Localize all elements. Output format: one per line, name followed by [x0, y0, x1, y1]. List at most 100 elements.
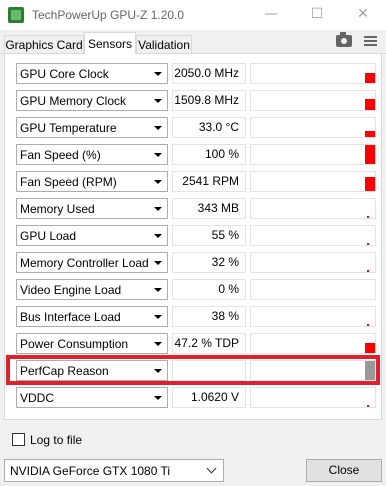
sensor-name-dropdown[interactable]: Fan Speed (%): [16, 144, 168, 165]
sensor-graph-bar: [365, 99, 375, 110]
sensor-name-label: Fan Speed (%): [20, 148, 101, 162]
close-button[interactable]: Close: [306, 459, 382, 482]
gpu-z-app-icon: [8, 7, 24, 23]
sensor-value: 343 MB: [172, 198, 246, 219]
sensor-name-label: Memory Controller Load: [20, 256, 149, 270]
sensor-name-label: GPU Load: [20, 229, 77, 243]
sensor-name-dropdown[interactable]: Video Engine Load: [16, 279, 168, 300]
sensor-name-dropdown[interactable]: VDDC: [16, 387, 168, 408]
title-bar: TechPowerUp GPU-Z 1.20.0 — ☐ ✕: [0, 0, 386, 30]
sensor-row: GPU Load 55 %: [10, 222, 376, 246]
sensor-value: 2541 RPM: [172, 171, 246, 192]
sensor-name-label: GPU Temperature: [20, 121, 117, 135]
sensor-graph-bar: [365, 73, 375, 83]
sensor-graph-bar: [365, 343, 375, 353]
hamburger-menu-icon[interactable]: [364, 36, 377, 47]
sensor-graph-bar: [365, 145, 375, 164]
dropdown-arrow-icon: [154, 342, 162, 346]
sensor-value: 2050.0 MHz: [172, 63, 246, 84]
sensor-value: 0 %: [172, 279, 246, 300]
sensor-row: GPU Temperature 33.0 °C: [10, 114, 376, 138]
maximize-button[interactable]: ☐: [294, 0, 340, 30]
log-to-file-label: Log to file: [30, 433, 83, 447]
sensor-graph-bar: [367, 270, 369, 272]
dropdown-arrow-icon: [154, 207, 162, 211]
sensor-value: 55 %: [172, 225, 246, 246]
dropdown-arrow-icon: [154, 234, 162, 238]
sensor-name-dropdown[interactable]: GPU Temperature: [16, 117, 168, 138]
dropdown-arrow-icon: [154, 99, 162, 103]
dropdown-arrow-icon: [154, 315, 162, 319]
sensor-row: Power Consumption 47.2 % TDP: [10, 330, 376, 354]
sensor-row: Video Engine Load 0 %: [10, 276, 376, 300]
sensor-name-dropdown[interactable]: GPU Load: [16, 225, 168, 246]
sensor-value: 32 %: [172, 252, 246, 273]
sensor-row: VDDC 1.0620 V: [10, 384, 376, 408]
sensor-graph: [250, 198, 376, 219]
sensor-value: 1509.8 MHz: [172, 90, 246, 111]
sensor-value: 1.0620 V: [172, 387, 246, 408]
gpu-select-dropdown[interactable]: NVIDIA GeForce GTX 1080 Ti: [4, 459, 224, 482]
tab-strip: Graphics Card Sensors Validation: [0, 30, 386, 54]
sensor-value: 100 %: [172, 144, 246, 165]
sensor-graph-bar: [367, 324, 369, 326]
dropdown-arrow-icon: [154, 72, 162, 76]
sensor-name-label: VDDC: [20, 391, 55, 405]
window-title: TechPowerUp GPU-Z 1.20.0: [32, 8, 185, 22]
sensor-graph: [250, 252, 376, 273]
dropdown-arrow-icon: [154, 261, 162, 265]
sensor-name-dropdown[interactable]: Fan Speed (RPM): [16, 171, 168, 192]
sensor-name-dropdown[interactable]: GPU Memory Clock: [16, 90, 168, 111]
sensor-graph-bar: [367, 405, 369, 407]
sensor-row: GPU Memory Clock 1509.8 MHz: [10, 87, 376, 111]
sensor-name-dropdown[interactable]: GPU Core Clock: [16, 63, 168, 84]
dropdown-arrow-icon: [154, 180, 162, 184]
sensor-name-dropdown[interactable]: Bus Interface Load: [16, 306, 168, 327]
gpu-select-value: NVIDIA GeForce GTX 1080 Ti: [10, 464, 171, 478]
dropdown-arrow-icon: [154, 153, 162, 157]
sensor-graph: [250, 333, 376, 354]
sensor-graph: [250, 279, 376, 300]
sensor-graph: [250, 144, 376, 165]
sensor-graph: [250, 225, 376, 246]
dropdown-arrow-icon: [154, 396, 162, 400]
sensor-graph-bar: [365, 177, 375, 191]
perfcap-highlight-box: [6, 355, 380, 385]
log-to-file-checkbox[interactable]: [12, 433, 25, 446]
sensor-name-dropdown[interactable]: Power Consumption: [16, 333, 168, 354]
tab-graphics-card[interactable]: Graphics Card: [4, 35, 84, 53]
sensor-value: 38 %: [172, 306, 246, 327]
sensor-graph: [250, 171, 376, 192]
sensor-name-label: Bus Interface Load: [20, 310, 121, 324]
sensor-name-label: Fan Speed (RPM): [20, 175, 117, 189]
sensor-graph: [250, 90, 376, 111]
sensor-name-label: Memory Used: [20, 202, 95, 216]
sensor-value: 47.2 % TDP: [172, 333, 246, 354]
sensor-name-dropdown[interactable]: Memory Used: [16, 198, 168, 219]
sensor-graph: [250, 387, 376, 408]
dropdown-arrow-icon: [154, 126, 162, 130]
sensor-name-dropdown[interactable]: Memory Controller Load: [16, 252, 168, 273]
sensor-name-label: GPU Memory Clock: [20, 94, 127, 108]
sensor-graph: [250, 306, 376, 327]
sensor-graph: [250, 117, 376, 138]
minimize-button[interactable]: —: [248, 0, 294, 30]
sensor-graph: [250, 63, 376, 84]
sensor-row: Memory Used 343 MB: [10, 195, 376, 219]
sensor-row: Bus Interface Load 38 %: [10, 303, 376, 327]
chevron-down-icon: [206, 463, 217, 474]
sensor-name-label: Power Consumption: [20, 337, 129, 351]
sensor-graph-bar: [365, 131, 375, 137]
tab-validation[interactable]: Validation: [136, 35, 192, 53]
sensor-row: GPU Core Clock 2050.0 MHz: [10, 60, 376, 84]
dropdown-arrow-icon: [154, 288, 162, 292]
sensor-row: Memory Controller Load 32 %: [10, 249, 376, 273]
sensor-value: 33.0 °C: [172, 117, 246, 138]
sensor-graph-bar: [367, 243, 369, 245]
tab-sensors[interactable]: Sensors: [84, 32, 136, 54]
sensor-name-label: Video Engine Load: [20, 283, 122, 297]
sensor-row: Fan Speed (%) 100 %: [10, 141, 376, 165]
camera-icon[interactable]: [336, 32, 352, 47]
sensor-name-label: GPU Core Clock: [20, 67, 109, 81]
close-window-button[interactable]: ✕: [340, 0, 386, 30]
